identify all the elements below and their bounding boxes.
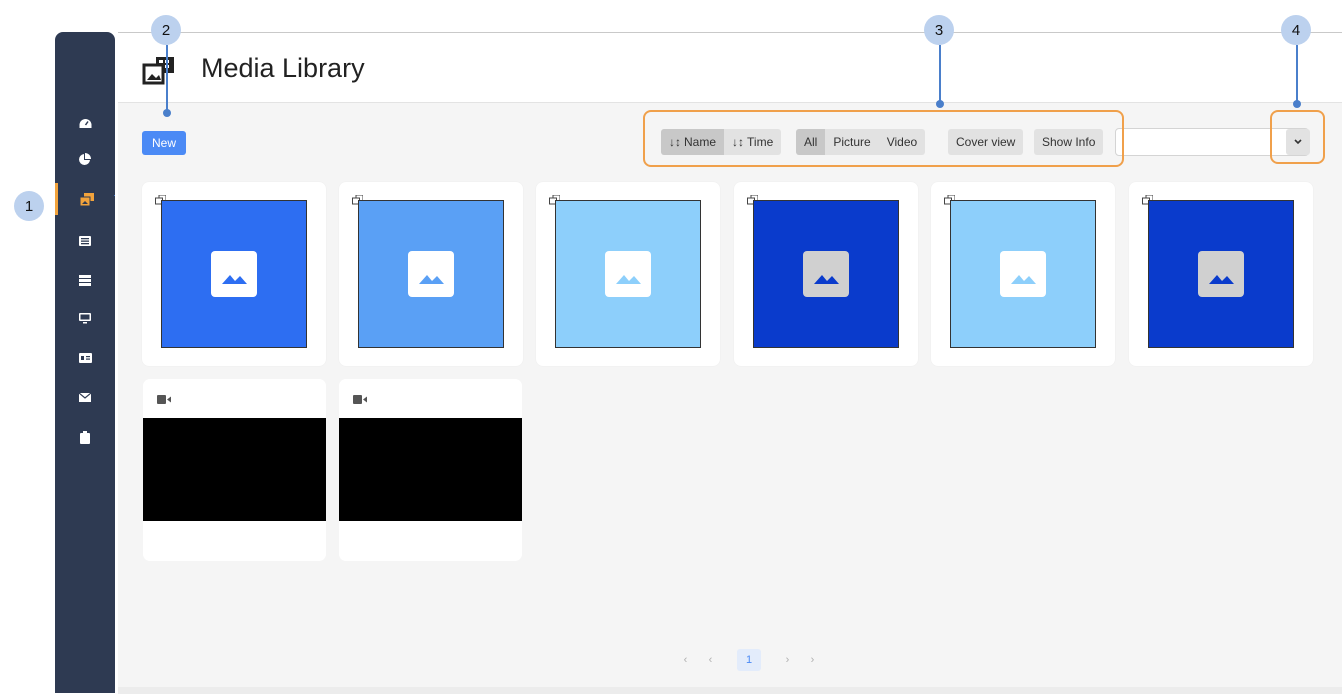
video-camera-icon (353, 395, 367, 404)
sidebar-item-reports[interactable] (55, 143, 115, 175)
callout-badge: 1 (14, 191, 44, 221)
media-card-picture[interactable] (1129, 182, 1313, 366)
pagination: ‹ ‹ 1 › › (673, 649, 825, 671)
dashboard-icon (79, 118, 91, 128)
pie-chart-icon (79, 153, 91, 165)
callout-leader (939, 45, 941, 104)
media-library-icon (142, 57, 174, 85)
sidebar-item-messages[interactable] (55, 381, 115, 413)
list-icon (79, 236, 91, 246)
video-thumbnail (143, 418, 326, 521)
callout-leader (114, 195, 115, 196)
video-thumbnail (339, 418, 522, 521)
media-card-video[interactable] (143, 379, 326, 561)
media-thumbnail (358, 200, 504, 348)
clipboard-icon (80, 430, 90, 444)
media-card-video[interactable] (339, 379, 522, 561)
sidebar-item-monitor[interactable] (55, 303, 115, 335)
image-icon (803, 251, 849, 297)
image-icon (408, 251, 454, 297)
next-page-button[interactable]: › (775, 654, 800, 666)
callout-dot (936, 100, 944, 108)
sidebar-item-list[interactable] (55, 225, 115, 257)
media-card-picture[interactable] (339, 182, 523, 366)
prev-page-button[interactable]: ‹ (698, 654, 723, 666)
callout-dot (163, 109, 171, 117)
callout-badge: 4 (1281, 15, 1311, 45)
id-card-icon (78, 353, 92, 363)
media-card-picture[interactable] (931, 182, 1115, 366)
callout-leader (1296, 45, 1298, 104)
media-card-picture[interactable] (734, 182, 918, 366)
media-thumbnail (1148, 200, 1294, 348)
media-thumbnail (753, 200, 899, 348)
page-number-button[interactable]: 1 (737, 649, 761, 671)
page-header: Media Library (118, 33, 1342, 103)
media-thumbnail (555, 200, 701, 348)
toolbar-highlight (643, 110, 1124, 167)
media-thumbnail (161, 200, 307, 348)
sidebar-item-dashboard[interactable] (55, 107, 115, 139)
video-camera-icon (157, 395, 171, 404)
server-icon (79, 274, 91, 286)
callout-dot (1293, 100, 1301, 108)
image-icon (211, 251, 257, 297)
sidebar-item-contacts[interactable] (55, 342, 115, 374)
image-icon (1000, 251, 1046, 297)
sidebar-item-tasks[interactable] (55, 421, 115, 453)
first-page-button[interactable]: ‹ (673, 654, 698, 666)
callout-badge: 2 (151, 15, 181, 45)
callout-badge: 3 (924, 15, 954, 45)
envelope-icon (79, 392, 91, 402)
last-page-button[interactable]: › (800, 654, 825, 666)
image-icon (605, 251, 651, 297)
media-card-picture[interactable] (142, 182, 326, 366)
sidebar-item-media-library[interactable] (55, 183, 115, 215)
callout-leader (166, 45, 168, 113)
monitor-icon (79, 313, 91, 324)
sidebar-item-server[interactable] (55, 264, 115, 296)
media-thumbnail (950, 200, 1096, 348)
media-library-icon (79, 192, 94, 206)
new-button[interactable]: New (142, 131, 187, 155)
page-title: Media Library (201, 53, 365, 83)
sidebar (55, 32, 115, 693)
media-card-picture[interactable] (536, 182, 720, 366)
dropdown-highlight (1270, 110, 1325, 164)
image-icon (1198, 251, 1244, 297)
